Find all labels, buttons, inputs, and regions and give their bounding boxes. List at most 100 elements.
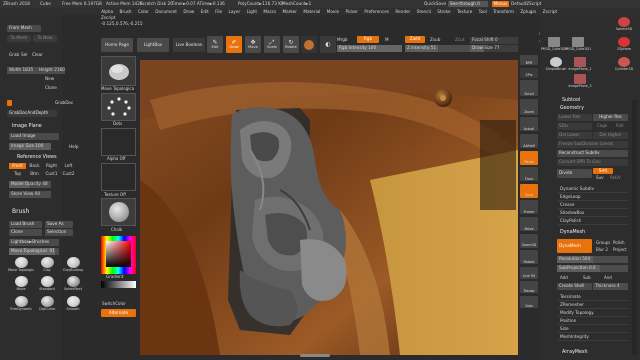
mrgb-toggle[interactable]: Mrgb: [337, 37, 348, 42]
crease-header[interactable]: Crease: [558, 201, 628, 209]
add-button[interactable]: Add: [560, 276, 568, 280]
texture-thumbnail[interactable]: [101, 163, 136, 191]
quicksave-button[interactable]: QuickSave: [424, 1, 446, 6]
brush-item[interactable]: TrimDynamic: [8, 295, 34, 311]
grabdoc-and-depth-button[interactable]: GrabDocAndDepth: [7, 110, 57, 117]
bpr-button[interactable]: BPR: [520, 55, 538, 65]
cage-button[interactable]: Cage: [597, 124, 607, 128]
live-boolean-button[interactable]: Live Boolean: [173, 38, 205, 52]
meshintegrity-header[interactable]: MeshIntegrity: [558, 333, 628, 341]
menu-item[interactable]: Marker: [279, 9, 300, 15]
dynamic-subdiv-header[interactable]: Dynamic Subdiv: [558, 185, 628, 193]
move-topological-slider[interactable]: Move Topological 91: [9, 248, 59, 255]
load-image-button[interactable]: Load Image: [9, 133, 59, 140]
brush-item[interactable]: Standard: [34, 276, 60, 291]
resolution-slider[interactable]: Resolution 504: [557, 256, 628, 263]
subtool-header[interactable]: Subtool: [562, 98, 580, 104]
suv-toggle[interactable]: Suv: [596, 176, 603, 180]
image-plane-header[interactable]: Image Plane: [12, 124, 42, 130]
color-picker-inner[interactable]: [106, 241, 131, 267]
menu-item[interactable]: Brush: [116, 9, 134, 15]
menu-item[interactable]: Edit: [197, 9, 211, 15]
new-button[interactable]: New: [45, 76, 54, 81]
focal-shift-slider[interactable]: Focal Shift 0: [470, 37, 518, 44]
brush-item[interactable]: ClayBuildup: [60, 257, 86, 272]
image-size-slider[interactable]: Image Size 100: [9, 143, 51, 150]
brush-header[interactable]: Brush: [12, 209, 29, 215]
canvas-area[interactable]: [140, 60, 518, 355]
rotate-view-button[interactable]: Rotate: [520, 250, 538, 265]
move-view-button[interactable]: Move: [520, 216, 538, 231]
draw-button[interactable]: ✐ Draw: [226, 36, 242, 53]
brush-item[interactable]: Clay: [34, 257, 60, 272]
to-mesh-button[interactable]: To Mesh: [7, 35, 31, 42]
gradient-swatch[interactable]: [101, 281, 136, 288]
tool-thumbnail[interactable]: PM3D_Cube3D1: [565, 37, 591, 55]
reference-views-header[interactable]: Reference Views: [17, 155, 57, 161]
rgb-intensity-slider[interactable]: Rgb Intensity 100: [337, 45, 402, 52]
right-panel-scrollbar[interactable]: [632, 100, 637, 355]
claypolish-header[interactable]: ClayPolish: [558, 217, 628, 225]
zcut-toggle[interactable]: Zcut: [455, 37, 464, 42]
menu-item[interactable]: Movie: [324, 9, 343, 15]
menu-item[interactable]: Material: [300, 9, 323, 15]
geometry-header[interactable]: Geometry: [560, 106, 584, 112]
material-sphere-button[interactable]: [301, 36, 317, 53]
clone-brush-button[interactable]: Clone: [9, 229, 42, 236]
and-button[interactable]: And: [604, 276, 612, 280]
scale-button[interactable]: ⤢ Scale: [264, 36, 280, 53]
brush-item[interactable]: ClipCurve: [34, 295, 60, 311]
menu-item[interactable]: File: [212, 9, 225, 15]
menu-item[interactable]: Stencil: [413, 9, 434, 15]
menu-item[interactable]: Light: [243, 9, 260, 15]
move-button[interactable]: ✥ Move: [245, 36, 261, 53]
lightbox-brushes-button[interactable]: Lightbox►Brushes: [9, 239, 59, 246]
groups-toggle[interactable]: Groups: [596, 241, 610, 245]
alternate-button[interactable]: Alternate: [101, 309, 136, 317]
menu-item[interactable]: Texture: [454, 9, 476, 15]
edgeloop-header[interactable]: EdgeLoop: [558, 193, 628, 201]
reuv-toggle[interactable]: ReUV: [610, 176, 621, 180]
tool-thumbnail[interactable]: ImagePlane_1: [568, 57, 592, 75]
selection-button[interactable]: Selection: [45, 229, 73, 236]
stroke-thumbnail[interactable]: [101, 93, 136, 121]
project-toggle[interactable]: Project: [613, 248, 627, 252]
canvas-bottom-handle[interactable]: [300, 354, 330, 357]
size-header[interactable]: Size: [558, 325, 628, 333]
clone-button[interactable]: Clone: [45, 85, 57, 90]
brush-item[interactable]: Move Topologic: [8, 257, 34, 272]
menu-item[interactable]: Macro: [260, 9, 279, 15]
dynamesh-button[interactable]: DynaMesh: [557, 239, 592, 253]
actual-button[interactable]: Actual: [520, 117, 538, 132]
brush-thumbnail[interactable]: [101, 56, 136, 86]
sdiv-slider[interactable]: SDiv: [557, 123, 592, 130]
tool-thumbnail[interactable]: Cylinder3D: [612, 57, 636, 75]
switch-color-label[interactable]: SwitchColor: [102, 302, 126, 306]
subprojection-slider[interactable]: SubProjection 0.6: [557, 265, 628, 272]
reference-view-button[interactable]: Left: [60, 163, 77, 169]
default-zscript[interactable]: DefaultZScript: [511, 1, 541, 6]
thickness-slider[interactable]: Thickness 4: [593, 283, 628, 290]
position-header[interactable]: Position: [558, 317, 628, 325]
z-intensity-slider[interactable]: Z Intensity 51: [405, 45, 470, 52]
zadd-toggle[interactable]: Zadd: [405, 36, 425, 43]
reference-view-button[interactable]: Cust2: [60, 171, 77, 177]
menu-item[interactable]: Document: [152, 9, 180, 15]
del-higher-button[interactable]: Del Higher: [593, 132, 628, 139]
tool-thumbnail[interactable]: ZSphere: [612, 37, 636, 55]
transp-button[interactable]: Transp: [520, 281, 538, 294]
reference-view-button[interactable]: Right: [43, 163, 60, 169]
polish-toggle[interactable]: Polish: [613, 241, 625, 245]
tessimate-header[interactable]: Tessimate: [558, 293, 628, 301]
menu-item[interactable]: Draw: [180, 9, 197, 15]
sel-button[interactable]: Sel: [21, 52, 27, 57]
rotate-button[interactable]: ↻ Rotate: [283, 36, 299, 53]
grab-button[interactable]: Grab: [9, 52, 19, 57]
tool-thumbnail[interactable]: SimpleBrush: [544, 57, 568, 75]
model-opacity-slider[interactable]: Model Opacity 48: [9, 181, 51, 188]
menus-button[interactable]: Menus: [492, 1, 509, 7]
alpha-thumbnail[interactable]: [101, 128, 136, 156]
clear-button[interactable]: Clear: [32, 52, 43, 57]
tool-thumb-button[interactable]: ◐: [320, 36, 336, 53]
dynamesh-header[interactable]: DynaMesh: [560, 230, 585, 236]
